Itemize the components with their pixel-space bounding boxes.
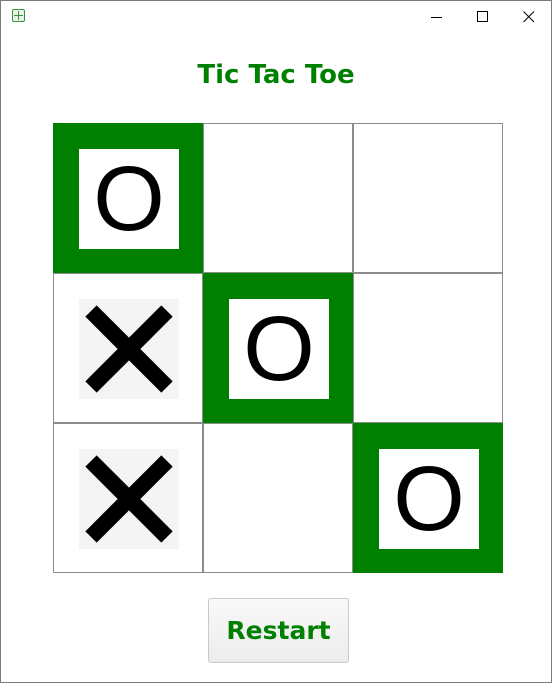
close-icon (523, 11, 535, 23)
o-mark: O (393, 448, 465, 550)
cell-tile: O (379, 449, 479, 549)
board-cell[interactable] (53, 273, 203, 423)
board-cell[interactable] (353, 273, 503, 423)
title-bar (1, 1, 551, 32)
restart-button[interactable]: Restart (208, 598, 349, 663)
board-cell[interactable] (203, 123, 353, 273)
cell-tile: O (79, 149, 179, 249)
game-window: Tic Tac Toe OOO Restart (0, 0, 552, 683)
board-cell[interactable] (203, 423, 353, 573)
cell-tile (79, 449, 179, 549)
x-mark-icon (85, 455, 173, 543)
close-button[interactable] (506, 1, 552, 32)
board-cell[interactable]: O (203, 273, 353, 423)
o-mark: O (243, 298, 315, 400)
x-mark-icon (85, 305, 173, 393)
minimize-button[interactable] (414, 1, 460, 32)
board-cell[interactable] (353, 123, 503, 273)
game-title: Tic Tac Toe (197, 60, 355, 90)
cell-tile: O (229, 299, 329, 399)
app-grid-icon (12, 9, 25, 22)
board-cell[interactable]: O (353, 423, 503, 573)
cell-tile (79, 299, 179, 399)
board-cell[interactable]: O (53, 123, 203, 273)
board-cell[interactable] (53, 423, 203, 573)
o-mark: O (93, 148, 165, 250)
maximize-button[interactable] (460, 1, 506, 32)
minimize-icon (431, 17, 442, 18)
maximize-icon (477, 11, 488, 22)
